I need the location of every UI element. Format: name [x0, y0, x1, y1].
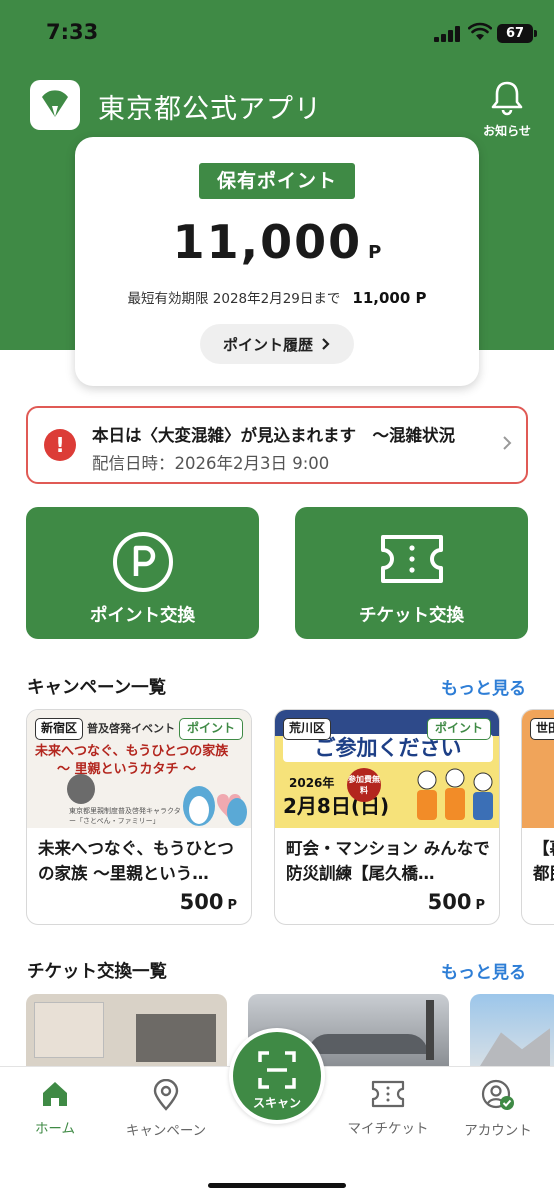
campaign-point-badge: ポイント — [178, 718, 243, 740]
ticket-exchange-button[interactable]: チケット交換 — [295, 507, 528, 639]
workers-illustration-icon — [417, 768, 493, 820]
ticket-thumbnail[interactable] — [470, 994, 554, 1066]
ticket-icon — [371, 1080, 405, 1108]
bell-icon — [491, 81, 523, 116]
tower-image — [426, 1000, 434, 1060]
notice-label: お知らせ — [483, 124, 531, 138]
ticket-icon — [380, 535, 443, 583]
price-value: 500 — [179, 890, 224, 914]
status-time: 7:33 — [46, 20, 99, 44]
status-bar: 7:33 67 — [0, 0, 554, 66]
campaign-price: 500 P — [428, 890, 485, 914]
tab-home-label: ホーム — [34, 1121, 76, 1137]
signal-icon — [434, 26, 460, 42]
building-image — [480, 1028, 550, 1066]
free-badge: 参加費無料 — [347, 768, 381, 802]
campaign-title: 未来へつなぐ、もうひとつの家族 ～里親という… — [38, 839, 234, 883]
points-unit: P — [368, 242, 382, 263]
stadium-image — [308, 1034, 428, 1054]
penguin-illustration-icon — [183, 786, 247, 826]
campaign-title: 【暮 都民 — [533, 839, 554, 883]
point-exchange-button[interactable]: ポイント交換 — [26, 507, 259, 639]
points-tag: 保有ポイント — [199, 163, 355, 199]
p-circle-icon — [112, 532, 173, 592]
banner-headline: 未来へつなぐ、もうひとつの家族 — [35, 744, 229, 759]
point-history-label: ポイント履歴 — [222, 335, 313, 354]
price-unit: P — [227, 898, 237, 913]
campaign-section-title: キャンペーン一覧 — [27, 678, 167, 698]
location-pin-icon — [153, 1078, 179, 1111]
campaign-image: 世田 — [522, 710, 554, 828]
account-icon — [481, 1079, 514, 1110]
point-exchange-label: ポイント交換 — [90, 606, 195, 626]
home-indicator — [208, 1183, 346, 1188]
expiry-amount: 11,000 P — [352, 289, 427, 307]
tab-my-ticket[interactable]: マイチケット — [333, 1079, 443, 1137]
banner-year: 2026年 — [289, 776, 335, 790]
campaign-title: 町会・マンション みんなで防災訓練【尾久橋… — [286, 839, 490, 883]
point-history-button[interactable]: ポイント履歴 — [200, 324, 354, 364]
app-title: 東京都公式アプリ — [98, 94, 322, 125]
campaign-card[interactable]: 世田 【暮 都民 — [521, 709, 554, 925]
ticket-exchange-label: チケット交換 — [359, 606, 464, 626]
tab-my-ticket-label: マイチケット — [347, 1121, 429, 1137]
small-penguin-icon — [67, 774, 95, 804]
congestion-alert[interactable]: ! 本日は〈大変混雑〉が見込まれます ～混雑状況 配信日時：2026年2月3日 … — [26, 406, 528, 484]
alert-icon: ! — [44, 429, 76, 461]
campaign-more-link[interactable]: もっと見る — [441, 674, 526, 699]
tab-account-label: アカウント — [464, 1123, 532, 1139]
home-icon — [43, 1082, 67, 1106]
price-value: 500 — [427, 890, 472, 914]
ticket-more-link[interactable]: もっと見る — [441, 958, 526, 983]
expiry-label: 最短有効期限 2028年2月29日まで — [127, 291, 341, 307]
campaign-image: 普及啓発イベント 未来へつなぐ、もうひとつの家族 ～ 里親というカタチ ～ 東京… — [27, 710, 251, 828]
ginkgo-logo-icon — [42, 90, 68, 117]
banner-top-text: 普及啓発イベント — [87, 722, 175, 735]
campaign-price: 500 P — [180, 890, 237, 914]
notice-button[interactable]: お知らせ — [474, 80, 540, 139]
points-balance: 11,000 P — [75, 215, 479, 269]
campaign-area-tag: 新宿区 — [35, 718, 84, 740]
scan-button[interactable]: スキャン — [229, 1028, 325, 1124]
alert-title: 本日は〈大変混雑〉が見込まれます ～混雑状況 — [92, 426, 455, 445]
campaign-area-tag: 世田 — [530, 718, 554, 740]
ticket-section-title: チケット交換一覧 — [27, 962, 167, 982]
battery-icon: 67 — [497, 24, 537, 43]
campaign-card[interactable]: ご参加ください 2026年 2月8日(日) 参加費無料 荒川区 ポイント 町会・… — [274, 709, 500, 925]
price-unit: P — [475, 898, 485, 913]
campaign-area-tag: 荒川区 — [283, 718, 332, 740]
expiry-row: 最短有効期限 2028年2月29日まで 11,000 P — [75, 287, 479, 307]
photo-image — [136, 1014, 216, 1062]
app-logo — [30, 80, 80, 130]
campaign-card[interactable]: 普及啓発イベント 未来へつなぐ、もうひとつの家族 ～ 里親というカタチ ～ 東京… — [26, 709, 252, 925]
wifi-icon — [468, 22, 492, 40]
chevron-right-icon — [322, 338, 330, 350]
points-card: 保有ポイント 11,000 P 最短有効期限 2028年2月29日まで 11,000… — [75, 137, 479, 386]
artwork-image — [34, 1002, 104, 1058]
banner-caption: 東京都里親制度普及啓発キャラクター「さとぺん・ファミリー」 — [69, 807, 181, 825]
tab-account[interactable]: アカウント — [443, 1079, 553, 1139]
alert-date: 配信日時：2026年2月3日 9:00 — [92, 454, 330, 473]
campaign-point-badge: ポイント — [426, 718, 491, 740]
scan-label: スキャン — [252, 1096, 301, 1110]
points-number: 11,000 — [172, 215, 363, 269]
tab-campaign[interactable]: キャンペーン — [111, 1078, 221, 1139]
tab-campaign-label: キャンペーン — [125, 1123, 207, 1139]
ticket-thumbnail[interactable] — [26, 994, 227, 1066]
chevron-right-icon — [503, 436, 512, 450]
campaign-image: ご参加ください 2026年 2月8日(日) 参加費無料 荒川区 ポイント — [275, 710, 499, 828]
tab-home[interactable]: ホーム — [0, 1079, 110, 1137]
scan-icon — [258, 1051, 296, 1089]
